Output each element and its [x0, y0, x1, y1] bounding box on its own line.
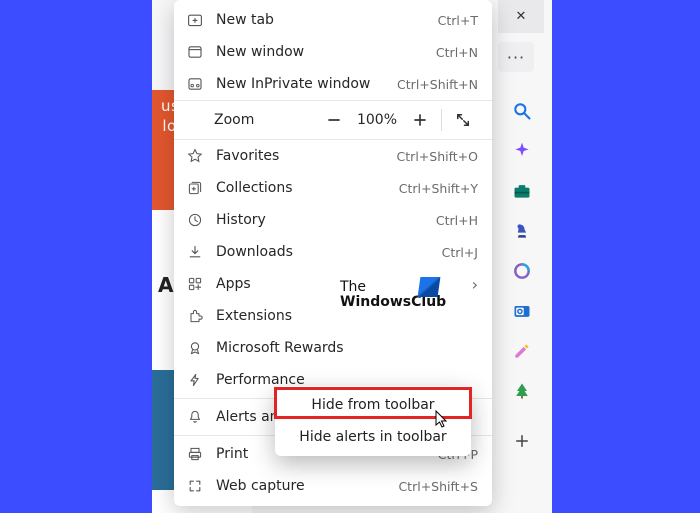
collections-icon [186, 179, 204, 197]
window-close-button[interactable]: ✕ [498, 0, 544, 33]
context-submenu: Hide from toolbar Hide alerts in toolbar [275, 386, 471, 456]
menu-label: New tab [216, 12, 438, 28]
menu-shortcut: Ctrl+J [442, 245, 478, 260]
submenu-label: Hide alerts in toolbar [299, 429, 446, 445]
menu-rewards[interactable]: Microsoft Rewards [174, 332, 492, 364]
window-icon [186, 43, 204, 61]
menu-label: New window [216, 44, 436, 60]
sparkle-icon[interactable] [511, 140, 533, 162]
submenu-hide-alerts[interactable]: Hide alerts in toolbar [275, 421, 471, 453]
apps-icon [186, 275, 204, 293]
history-icon [186, 211, 204, 229]
menu-zoom-row: Zoom 100% [174, 100, 492, 140]
settings-and-more-button[interactable]: ··· [498, 42, 534, 72]
chess-icon[interactable] [511, 220, 533, 242]
plus-icon[interactable] [511, 430, 533, 452]
submenu-label: Hide from toolbar [311, 397, 434, 413]
submenu-hide-from-toolbar[interactable]: Hide from toolbar [275, 389, 471, 421]
divider [441, 109, 442, 131]
webcapture-icon [186, 477, 204, 495]
print-icon [186, 445, 204, 463]
menu-label: New InPrivate window [216, 76, 397, 92]
tree-icon[interactable] [511, 380, 533, 402]
menu-shortcut: Ctrl+Shift+Y [399, 181, 478, 196]
menu-label: Downloads [216, 244, 442, 260]
menu-label: Microsoft Rewards [216, 340, 478, 356]
menu-shortcut: Ctrl+H [436, 213, 478, 228]
menu-web-capture[interactable]: Web capture Ctrl+Shift+S [174, 470, 492, 502]
search-icon[interactable] [511, 100, 533, 122]
bell-icon [186, 408, 204, 426]
ellipsis-icon: ··· [507, 48, 525, 67]
loop-icon[interactable] [511, 260, 533, 282]
menu-collections[interactable]: Collections Ctrl+Shift+Y [174, 172, 492, 204]
menu-downloads[interactable]: Downloads Ctrl+J [174, 236, 492, 268]
menu-history[interactable]: History Ctrl+H [174, 204, 492, 236]
zoom-in-button[interactable] [403, 103, 437, 137]
menu-shortcut: Ctrl+Shift+N [397, 77, 478, 92]
menu-label: Favorites [216, 148, 397, 164]
zoom-label: Zoom [186, 112, 317, 128]
inprivate-icon [186, 75, 204, 93]
new-tab-icon [186, 11, 204, 29]
watermark: The WindowsClub [340, 280, 446, 311]
menu-shortcut: Ctrl+Shift+S [398, 479, 478, 494]
menu-label: History [216, 212, 436, 228]
chevron-right-icon: › [472, 275, 478, 294]
zoom-out-button[interactable] [317, 103, 351, 137]
star-icon [186, 147, 204, 165]
briefcase-icon[interactable] [511, 180, 533, 202]
menu-new-window[interactable]: New window Ctrl+N [174, 36, 492, 68]
extensions-icon [186, 307, 204, 325]
menu-new-tab[interactable]: New tab Ctrl+T [174, 4, 492, 36]
sidebar-toolbar [500, 100, 544, 452]
outlook-icon[interactable] [511, 300, 533, 322]
windowsclub-logo-icon [418, 277, 441, 297]
menu-shortcut: Ctrl+Shift+O [397, 149, 478, 164]
background-heading: A [158, 273, 173, 297]
zoom-value: 100% [351, 112, 403, 128]
menu-label: Collections [216, 180, 399, 196]
menu-label: Web capture [216, 478, 398, 494]
menu-inprivate[interactable]: New InPrivate window Ctrl+Shift+N [174, 68, 492, 100]
fullscreen-button[interactable] [446, 103, 480, 137]
close-icon: ✕ [516, 9, 527, 24]
menu-favorites[interactable]: Favorites Ctrl+Shift+O [174, 140, 492, 172]
pencil-icon[interactable] [511, 340, 533, 362]
menu-shortcut: Ctrl+T [438, 13, 478, 28]
download-icon [186, 243, 204, 261]
menu-shortcut: Ctrl+N [436, 45, 478, 60]
watermark-line2: WindowsClub [340, 295, 446, 310]
performance-icon [186, 371, 204, 389]
rewards-icon [186, 339, 204, 357]
